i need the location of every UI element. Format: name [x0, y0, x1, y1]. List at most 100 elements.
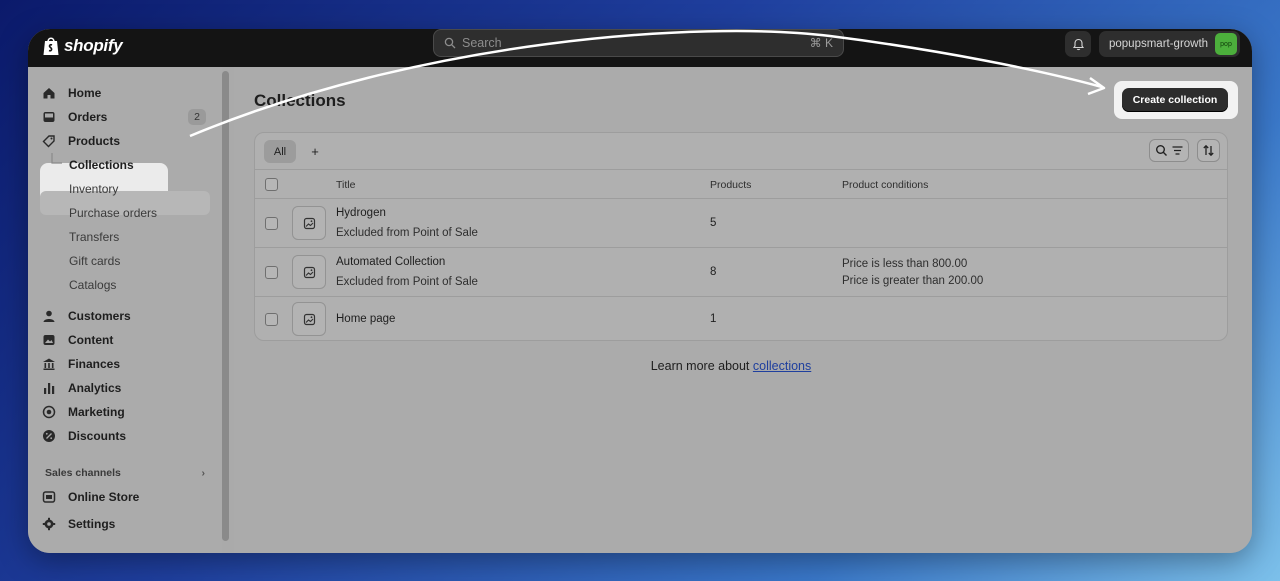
collections-table-card: All + Title Products Product conditions: [254, 132, 1228, 341]
main-content: Collections Create collection All + Titl…: [234, 67, 1252, 553]
logo-wordmark: shopify: [64, 36, 123, 55]
sidebar-item-label: Discounts: [68, 429, 127, 443]
sidebar-item-label: Customers: [68, 309, 131, 323]
sidebar-item-finances[interactable]: Finances: [42, 353, 210, 375]
row-checkbox[interactable]: [265, 217, 278, 230]
collections-help-link[interactable]: collections: [753, 359, 811, 373]
sidebar-item-content[interactable]: Content: [42, 329, 210, 351]
search-filter-button[interactable]: [1149, 139, 1189, 162]
sales-channels-label: Sales channels: [45, 467, 121, 479]
sidebar-item-label: Content: [68, 333, 114, 347]
sidebar-item-online-store[interactable]: Online Store: [42, 486, 210, 508]
image-placeholder-icon: [303, 217, 315, 229]
image-icon: [43, 335, 55, 345]
create-button-highlight: Create collection: [1114, 81, 1238, 119]
search-icon: [444, 37, 456, 49]
inbox-icon: [43, 112, 55, 122]
column-product-conditions: Product conditions: [842, 179, 929, 191]
bell-icon: [1072, 38, 1084, 50]
sidebar-item-gift-cards[interactable]: Gift cards: [69, 251, 120, 271]
column-title: Title: [336, 179, 356, 191]
image-placeholder-icon: [303, 266, 315, 278]
image-placeholder-icon: [303, 313, 315, 325]
sidebar-item-label: Orders: [68, 110, 108, 124]
collection-title[interactable]: Automated Collection: [336, 256, 445, 268]
sales-channels-header[interactable]: Sales channels ›: [45, 467, 205, 479]
sidebar-scrollbar[interactable]: [222, 71, 229, 541]
sidebar-item-label: Finances: [68, 357, 121, 371]
shopify-bag-icon: [43, 37, 59, 55]
table-row[interactable]: Automated Collection Excluded from Point…: [255, 248, 1227, 297]
shopify-admin-window: shopify Search ⌘ K popupsmart-growth pop: [28, 29, 1252, 553]
filter-bar: All +: [255, 133, 1227, 170]
shopify-logo[interactable]: shopify: [42, 35, 123, 57]
sidebar-item-label: Online Store: [68, 490, 140, 504]
sidebar-item-customers[interactable]: Customers: [42, 305, 210, 327]
chevron-right-icon: ›: [201, 467, 206, 479]
home-icon: [43, 88, 55, 99]
target-icon: [42, 405, 56, 419]
search-input[interactable]: Search ⌘ K: [433, 29, 844, 57]
sort-arrows-icon: [1203, 144, 1214, 157]
select-all-checkbox[interactable]: [265, 178, 278, 191]
store-name: popupsmart-growth: [1109, 38, 1209, 50]
filter-lines-icon: [1172, 146, 1182, 155]
tab-all[interactable]: All: [264, 140, 296, 163]
column-products: Products: [710, 179, 752, 191]
sidebar-item-marketing[interactable]: Marketing: [42, 401, 210, 423]
person-icon: [43, 310, 55, 322]
row-checkbox[interactable]: [265, 266, 278, 279]
sidebar: Home Orders 2 Products Collections Inven…: [28, 67, 222, 553]
page-title: Collections: [254, 91, 346, 110]
row-checkbox[interactable]: [265, 313, 278, 326]
sidebar-item-discounts[interactable]: Discounts: [42, 425, 210, 447]
table-row[interactable]: Home page 1: [255, 297, 1227, 340]
sidebar-item-home[interactable]: Home: [42, 82, 210, 104]
gear-icon: [42, 517, 56, 531]
learn-more-text: Learn more about collections: [234, 359, 1208, 373]
sidebar-item-label: Home: [68, 86, 102, 100]
collection-title[interactable]: Hydrogen: [336, 207, 386, 219]
sort-button[interactable]: [1197, 139, 1220, 162]
store-menu-button[interactable]: popupsmart-growth pop: [1099, 31, 1240, 57]
collection-title[interactable]: Home page: [336, 313, 395, 325]
orders-count-badge: 2: [188, 109, 206, 125]
search-placeholder: Search: [462, 36, 502, 50]
storefront-icon: [42, 491, 56, 503]
table-row[interactable]: Hydrogen Excluded from Point of Sale 5: [255, 199, 1227, 248]
product-count: 8: [710, 266, 717, 278]
subnav-connector: [51, 153, 62, 164]
search-icon: [1155, 145, 1167, 156]
sidebar-item-analytics[interactable]: Analytics: [42, 377, 210, 399]
collection-thumbnail: [292, 206, 326, 240]
sidebar-item-collections[interactable]: Collections: [69, 154, 209, 176]
collection-subtitle: Excluded from Point of Sale: [336, 227, 478, 239]
product-count: 1: [710, 313, 717, 325]
sidebar-item-products[interactable]: Products: [42, 130, 210, 152]
store-avatar: pop: [1215, 33, 1237, 55]
add-view-button[interactable]: +: [307, 140, 323, 163]
product-count: 5: [710, 217, 717, 229]
collection-thumbnail: [292, 255, 326, 289]
search-shortcut: ⌘ K: [809, 36, 833, 50]
sidebar-item-label: Collections: [69, 158, 134, 172]
product-condition: Price is less than 800.00: [842, 258, 968, 270]
notifications-button[interactable]: [1065, 31, 1091, 57]
table-header: Title Products Product conditions: [255, 170, 1227, 199]
sidebar-item-settings[interactable]: Settings: [42, 513, 210, 535]
sidebar-item-purchase-orders[interactable]: Purchase orders: [69, 203, 157, 223]
learn-more-prefix: Learn more about: [650, 359, 753, 373]
sidebar-item-orders[interactable]: Orders 2: [42, 106, 210, 128]
sidebar-item-catalogs[interactable]: Catalogs: [69, 275, 116, 295]
create-collection-button[interactable]: Create collection: [1122, 88, 1228, 112]
collection-subtitle: Excluded from Point of Sale: [336, 276, 478, 288]
sidebar-item-label: Products: [68, 134, 121, 148]
sidebar-item-inventory[interactable]: Inventory: [69, 179, 118, 199]
product-condition: Price is greater than 200.00: [842, 275, 984, 287]
bank-icon: [43, 358, 55, 370]
discount-badge-icon: [43, 430, 55, 442]
sidebar-item-transfers[interactable]: Transfers: [69, 227, 119, 247]
collection-thumbnail: [292, 302, 326, 336]
top-bar: shopify Search ⌘ K popupsmart-growth pop: [28, 29, 1252, 67]
sidebar-item-label: Marketing: [68, 405, 125, 419]
